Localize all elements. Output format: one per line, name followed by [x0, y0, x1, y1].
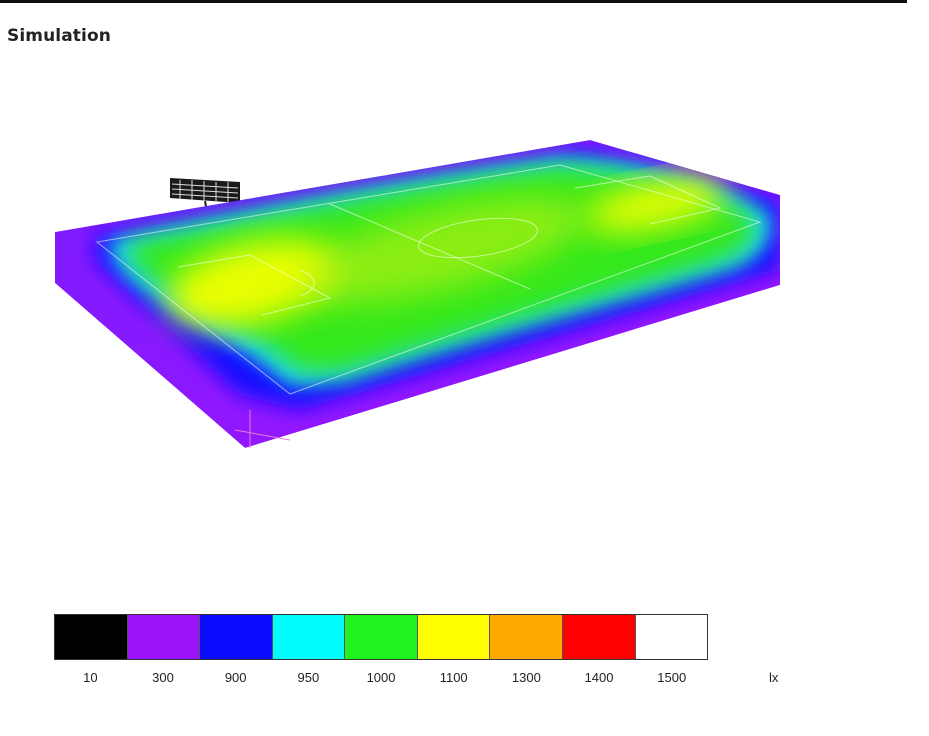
legend-label-300: 300	[152, 670, 174, 685]
top-divider	[0, 0, 907, 3]
legend-swatch-10	[55, 615, 128, 659]
legend-swatch-1000	[345, 615, 418, 659]
legend-label-1300: 1300	[511, 670, 541, 685]
legend-swatch-300	[127, 615, 201, 659]
illuminance-legend-labels: 10 300 900 950 1000 1100 1300 1400 1500	[54, 670, 708, 688]
legend-label-10: 10	[83, 670, 98, 685]
legend-unit-label: lx	[769, 670, 779, 685]
legend-swatch-950	[272, 615, 346, 659]
legend-label-1500: 1500	[657, 670, 687, 685]
pitch-heatmap	[55, 140, 780, 448]
legend-label-900: 900	[224, 670, 247, 685]
legend-label-950: 950	[297, 670, 320, 685]
legend-label-1100: 1100	[439, 670, 468, 685]
legend-swatch-900	[200, 615, 273, 659]
legend-label-1000: 1000	[366, 670, 396, 685]
illuminance-legend	[54, 614, 708, 660]
legend-swatch-1300	[490, 615, 563, 659]
legend-swatch-1500	[635, 615, 708, 659]
legend-swatch-1400	[562, 615, 636, 659]
section-title: Simulation	[7, 26, 111, 46]
legend-swatch-1100	[417, 615, 491, 659]
legend-label-1400: 1400	[584, 670, 614, 685]
